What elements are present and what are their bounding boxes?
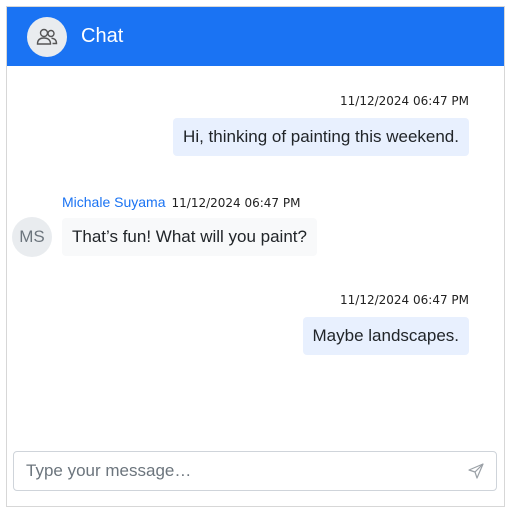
chat-window: Chat 11/12/2024 06:47 PM Hi, thinking of… xyxy=(6,6,505,507)
sender-name: Michale Suyama xyxy=(62,194,166,210)
message-input-wrapper xyxy=(13,451,497,491)
chat-header: Chat xyxy=(7,7,504,66)
users-icon xyxy=(36,28,58,45)
sender-avatar: MS xyxy=(12,217,52,257)
send-icon xyxy=(468,463,484,479)
send-button[interactable] xyxy=(456,452,496,490)
outgoing-message-bubble: Maybe landscapes. xyxy=(302,317,469,355)
message-timestamp: 11/12/2024 06:47 PM xyxy=(171,196,301,210)
composer xyxy=(7,446,504,506)
chat-title: Chat xyxy=(81,25,124,47)
header-avatar xyxy=(27,16,67,57)
incoming-message-bubble: That’s fun! What will you paint? xyxy=(62,218,317,256)
message-input[interactable] xyxy=(24,452,456,490)
outgoing-message-bubble: Hi, thinking of painting this weekend. xyxy=(173,118,469,156)
message-timestamp: 11/12/2024 06:47 PM xyxy=(340,94,469,108)
incoming-message-header: Michale Suyama 11/12/2024 06:47 PM xyxy=(62,194,300,210)
message-list[interactable]: 11/12/2024 06:47 PM Hi, thinking of pain… xyxy=(7,66,504,446)
message-timestamp: 11/12/2024 06:47 PM xyxy=(340,293,469,307)
